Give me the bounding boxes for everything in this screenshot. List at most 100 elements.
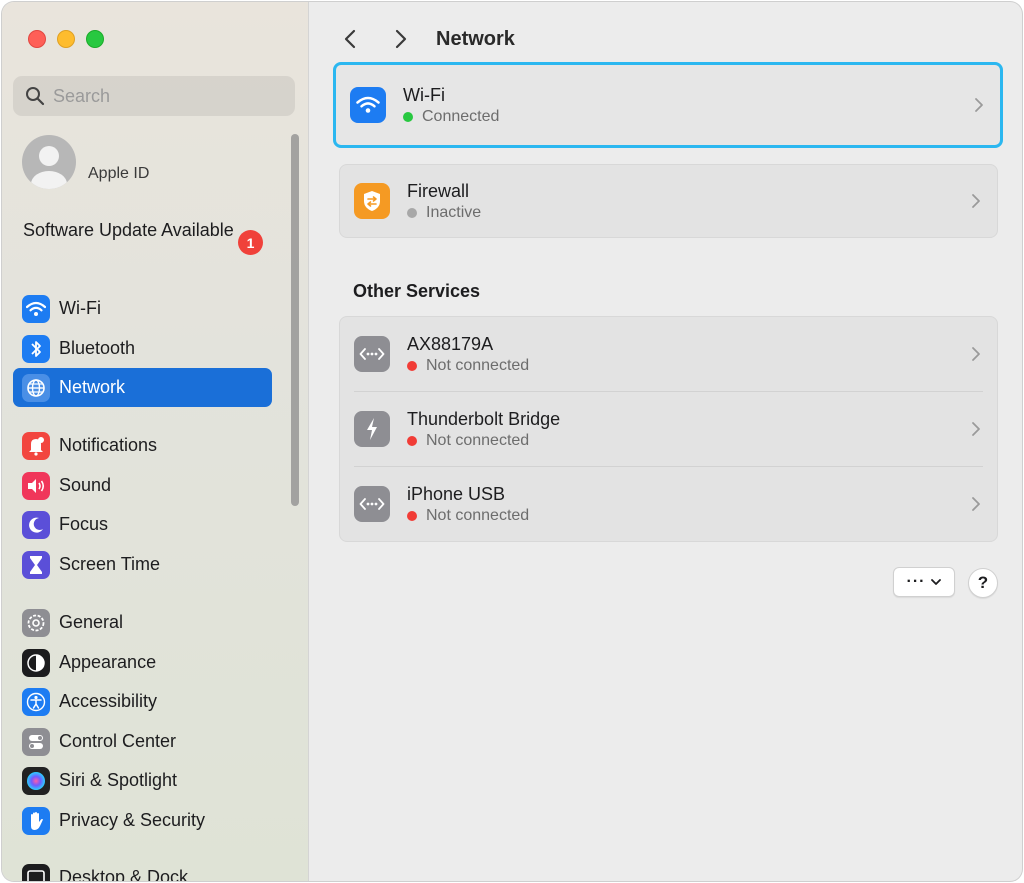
ethernet-icon bbox=[354, 336, 390, 372]
apple-id-label: Apple ID bbox=[88, 165, 150, 182]
search-icon bbox=[26, 87, 45, 106]
service-row-iphone-usb[interactable]: iPhone USB Not connected bbox=[340, 467, 997, 541]
sidebar-item-label: Sound bbox=[59, 475, 112, 495]
chevron-right-icon bbox=[972, 497, 980, 511]
control-center-icon bbox=[22, 727, 50, 756]
toolbar: Network bbox=[309, 24, 1022, 56]
sidebar-item-network[interactable]: Network bbox=[13, 368, 272, 407]
service-name: iPhone USB bbox=[407, 484, 506, 504]
apple-id-item[interactable]: Apple ID bbox=[22, 135, 149, 189]
sidebar-item-label: General bbox=[59, 612, 124, 632]
sidebar-item-siri-spotlight[interactable]: Siri & Spotlight bbox=[13, 761, 272, 800]
service-row[interactable]: Firewall Inactive bbox=[340, 165, 997, 237]
software-update-item[interactable]: Software Update Available bbox=[23, 219, 273, 242]
sidebar-item-general[interactable]: General bbox=[13, 603, 272, 642]
moon-icon bbox=[22, 510, 50, 539]
page-title: Network bbox=[436, 28, 515, 50]
bell-icon bbox=[22, 431, 50, 460]
sidebar-item-desktop-dock[interactable]: Desktop & Dock bbox=[13, 858, 272, 881]
window-controls bbox=[28, 30, 104, 48]
sidebar-item-label: Control Center bbox=[59, 731, 177, 751]
wifi-service-card[interactable]: Wi-Fi Connected bbox=[333, 62, 1003, 148]
other-services-card: AX88179A Not connected Thunderbolt Bridg… bbox=[339, 316, 998, 542]
main-pane: Network Wi-Fi Connected Firewall Inactiv… bbox=[309, 2, 1022, 881]
accessibility-icon bbox=[22, 687, 50, 716]
status-dot bbox=[407, 208, 417, 218]
person-icon bbox=[31, 146, 67, 189]
sidebar-item-label: Notifications bbox=[59, 435, 158, 455]
dock-icon bbox=[22, 863, 50, 881]
service-name: Thunderbolt Bridge bbox=[407, 409, 561, 429]
ethernet-icon bbox=[354, 486, 390, 522]
service-status: Not connected bbox=[426, 507, 530, 524]
settings-window: Apple ID Software Update Available 1 Wi-… bbox=[2, 2, 1022, 881]
sidebar-scrollbar[interactable] bbox=[291, 134, 299, 506]
gear-icon bbox=[22, 608, 50, 637]
sidebar-item-control-center[interactable]: Control Center bbox=[13, 722, 272, 761]
service-status: Not connected bbox=[426, 432, 530, 449]
zoom-button[interactable] bbox=[86, 30, 104, 48]
service-name: Firewall bbox=[407, 181, 470, 201]
sidebar-item-bluetooth[interactable]: Bluetooth bbox=[13, 329, 272, 368]
back-button[interactable] bbox=[337, 26, 363, 52]
hand-icon bbox=[22, 806, 50, 835]
status-dot bbox=[407, 436, 417, 446]
bluetooth-icon bbox=[22, 334, 50, 363]
service-name: AX88179A bbox=[407, 334, 494, 354]
service-status: Connected bbox=[422, 108, 500, 125]
sidebar: Apple ID Software Update Available 1 Wi-… bbox=[2, 2, 309, 881]
help-button[interactable]: ? bbox=[968, 568, 998, 598]
sidebar-item-privacy-security[interactable]: Privacy & Security bbox=[13, 801, 272, 840]
sidebar-item-sound[interactable]: Sound bbox=[13, 466, 272, 505]
thunderbolt-icon bbox=[354, 411, 390, 447]
more-icon: ··· bbox=[906, 573, 926, 590]
globe-icon bbox=[22, 373, 50, 402]
status-dot bbox=[403, 112, 413, 122]
more-actions-button[interactable]: ··· bbox=[893, 567, 955, 597]
sidebar-item-wifi[interactable]: Wi-Fi bbox=[13, 289, 272, 328]
sidebar-item-label: Appearance bbox=[59, 652, 157, 672]
service-status: Inactive bbox=[426, 204, 482, 221]
sidebar-item-appearance[interactable]: Appearance bbox=[13, 643, 272, 682]
wifi-icon bbox=[22, 294, 50, 323]
sidebar-item-label: Network bbox=[59, 377, 126, 397]
status-dot bbox=[407, 511, 417, 521]
close-button[interactable] bbox=[28, 30, 46, 48]
chevron-right-icon bbox=[972, 347, 980, 361]
service-status: Not connected bbox=[426, 357, 530, 374]
sidebar-item-focus[interactable]: Focus bbox=[13, 505, 272, 544]
avatar bbox=[22, 135, 76, 189]
other-services-heading: Other Services bbox=[353, 281, 481, 301]
speaker-icon bbox=[22, 471, 50, 500]
sidebar-item-label: Focus bbox=[59, 514, 109, 534]
service-row-ax88179a[interactable]: AX88179A Not connected bbox=[340, 317, 997, 391]
chevron-right-icon bbox=[395, 29, 407, 49]
sidebar-item-accessibility[interactable]: Accessibility bbox=[13, 682, 272, 721]
service-name: Wi-Fi bbox=[403, 85, 445, 105]
sidebar-item-label: Siri & Spotlight bbox=[59, 770, 178, 790]
status-dot bbox=[407, 361, 417, 371]
update-badge: 1 bbox=[238, 230, 263, 255]
service-row-thunderbolt-bridge[interactable]: Thunderbolt Bridge Not connected bbox=[340, 392, 997, 466]
minimize-button[interactable] bbox=[57, 30, 75, 48]
sidebar-item-screen-time[interactable]: Screen Time bbox=[13, 545, 272, 584]
wifi-icon bbox=[350, 87, 386, 123]
sidebar-item-label: Accessibility bbox=[59, 691, 158, 711]
hourglass-icon bbox=[22, 550, 50, 579]
forward-button[interactable] bbox=[388, 26, 414, 52]
chevron-right-icon bbox=[975, 98, 983, 112]
chevron-left-icon bbox=[344, 29, 356, 49]
chevron-right-icon bbox=[972, 194, 980, 208]
sidebar-item-notifications[interactable]: Notifications bbox=[13, 426, 272, 465]
search-input[interactable] bbox=[51, 84, 275, 108]
chevron-down-icon bbox=[931, 578, 942, 585]
sidebar-item-label: Desktop & Dock bbox=[59, 867, 189, 881]
chevron-right-icon bbox=[972, 422, 980, 436]
firewall-service-card[interactable]: Firewall Inactive bbox=[339, 164, 998, 238]
firewall-shield-icon bbox=[354, 183, 390, 219]
sidebar-item-label: Wi-Fi bbox=[59, 298, 101, 318]
search-field[interactable] bbox=[13, 76, 295, 116]
service-row[interactable]: Wi-Fi Connected bbox=[336, 65, 1000, 145]
appearance-icon bbox=[22, 648, 50, 677]
sidebar-item-label: Screen Time bbox=[59, 554, 161, 574]
